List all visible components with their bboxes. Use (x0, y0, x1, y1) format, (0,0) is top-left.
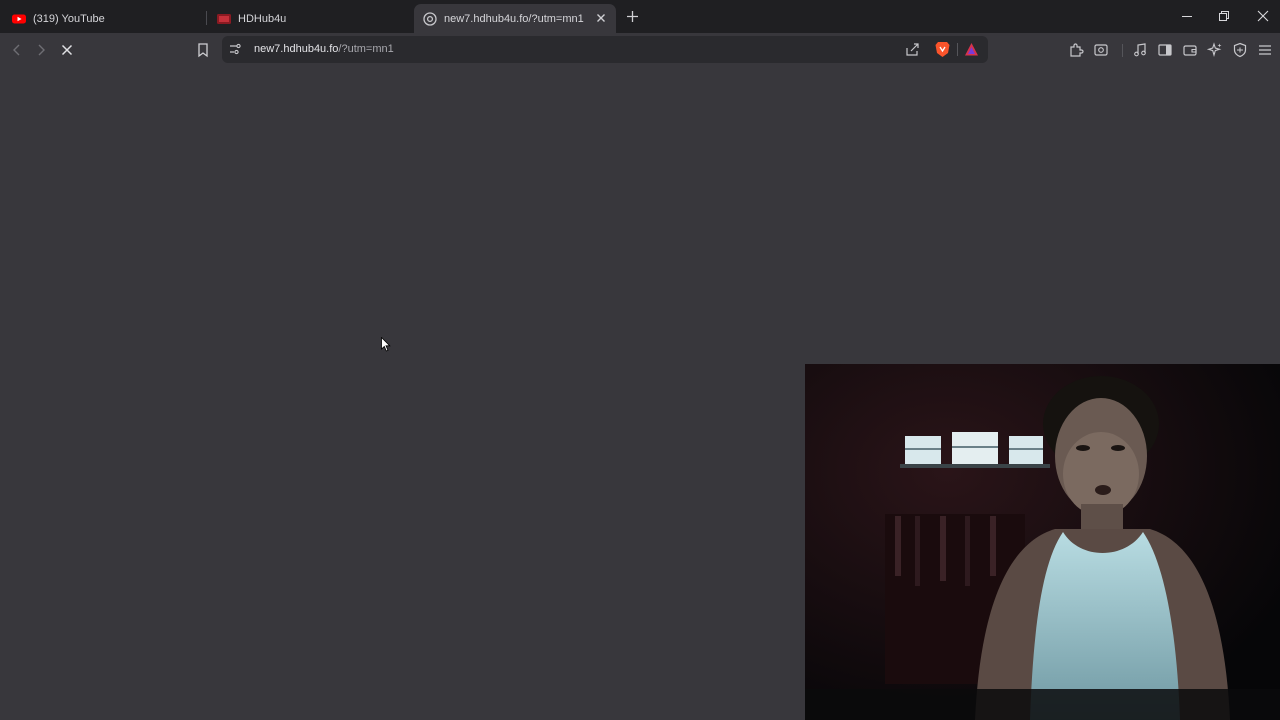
wallet-icon[interactable] (1182, 42, 1198, 58)
screenshot-icon[interactable] (1093, 42, 1109, 58)
tab-youtube[interactable]: (319) YouTube (12, 4, 202, 33)
extensions-icon[interactable] (1068, 42, 1084, 58)
urlbar-divider (957, 43, 958, 56)
vpn-icon[interactable] (1232, 42, 1248, 58)
forward-icon[interactable] (33, 42, 49, 58)
site-settings-icon[interactable] (228, 42, 242, 56)
restore-icon[interactable] (1218, 10, 1230, 22)
tab-label: new7.hdhub4u.fo/?utm=mn1 (444, 12, 584, 25)
webcam-overlay (805, 364, 1280, 720)
tab-label: (319) YouTube (33, 12, 105, 25)
stop-loading-icon[interactable] (59, 42, 75, 58)
close-window-icon[interactable] (1257, 10, 1269, 22)
leo-ai-icon[interactable] (1207, 42, 1223, 58)
tab-active[interactable]: new7.hdhub4u.fo/?utm=mn1 (414, 4, 616, 33)
brave-rewards-icon[interactable] (964, 42, 979, 57)
tab-strip: (319) YouTube HDHub4u new7.hdhub4u.fo/?u… (0, 0, 1280, 33)
address-bar[interactable]: new7.hdhub4u.fo/?utm=mn1 (222, 36, 988, 63)
bookmark-icon[interactable] (195, 42, 211, 58)
mouse-cursor-icon (381, 337, 391, 352)
toolbar-divider (1122, 44, 1123, 57)
url-path: /?utm=mn1 (338, 43, 394, 55)
sidebar-icon[interactable] (1157, 42, 1173, 58)
share-icon[interactable] (905, 42, 920, 57)
globe-icon (423, 11, 437, 26)
menu-icon[interactable] (1257, 42, 1273, 58)
tab-separator (206, 11, 207, 25)
url-host: new7.hdhub4u.fo (254, 43, 339, 55)
minimize-icon[interactable] (1181, 10, 1193, 22)
youtube-icon (12, 14, 26, 23)
webcam-video-image (805, 364, 1280, 720)
media-icon[interactable] (1132, 42, 1148, 58)
tab-hdhub4u[interactable]: HDHub4u (217, 4, 407, 33)
brave-shields-icon[interactable] (935, 41, 950, 58)
close-tab-icon[interactable] (594, 11, 608, 25)
new-tab-icon[interactable] (625, 9, 640, 24)
tab-label: HDHub4u (238, 12, 287, 25)
back-icon[interactable] (9, 42, 25, 58)
url-display: new7.hdhub4u.fo/?utm=mn1 (254, 43, 394, 55)
hdhub-favicon (217, 13, 231, 24)
browser-toolbar: new7.hdhub4u.fo/?utm=mn1 (0, 33, 1280, 67)
